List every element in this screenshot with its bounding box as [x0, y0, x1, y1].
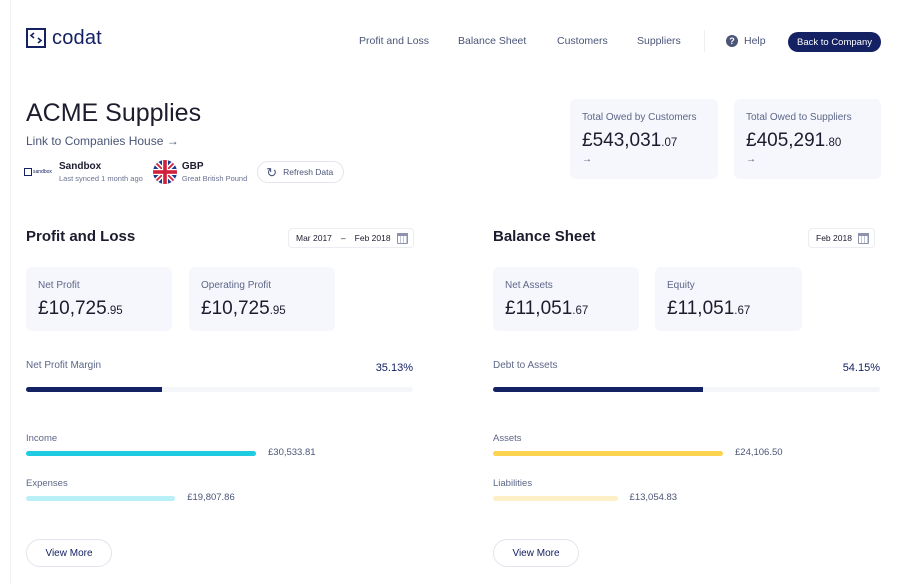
help-icon: ? [726, 35, 738, 47]
nav-divider [704, 30, 705, 52]
debt-to-assets-label: Debt to Assets [493, 360, 558, 371]
income-bar [26, 451, 256, 456]
equity-card: Equity £11,051.67 [655, 267, 802, 331]
net-profit-margin-fill [26, 387, 162, 392]
page-left-border [10, 0, 11, 585]
platform-info: sandbox Sandbox Last synced 1 month ago [24, 161, 143, 184]
card-value: £11,051.67 [505, 298, 589, 319]
sandbox-logo-icon: sandbox [24, 167, 54, 177]
card-value: £10,725.95 [38, 298, 123, 319]
balance-date: Feb 2018 [816, 233, 852, 243]
refresh-data-button[interactable]: ↻ Refresh Data [257, 161, 345, 183]
card-label: Total Owed to Suppliers [746, 112, 852, 123]
company-meta-row: sandbox Sandbox Last synced 1 month ago … [24, 160, 345, 184]
date-to: Feb 2018 [354, 233, 391, 243]
company-name: ACME Supplies [26, 99, 202, 127]
nav-suppliers[interactable]: Suppliers [637, 35, 681, 47]
currency-name: Great British Pound [181, 173, 248, 183]
logo-text: codat [52, 27, 102, 49]
nav-customers[interactable]: Customers [557, 35, 608, 47]
expenses-label: Expenses [26, 478, 68, 489]
card-label: Net Assets [505, 280, 553, 291]
net-profit-card: Net Profit £10,725.95 [26, 267, 172, 331]
total-owed-by-customers-card[interactable]: Total Owed by Customers £543,031.07 → [570, 99, 718, 179]
nav-balance-sheet[interactable]: Balance Sheet [458, 35, 526, 47]
expenses-value: £19,807.86 [187, 492, 235, 503]
pnl-view-more-button[interactable]: View More [26, 539, 112, 567]
refresh-label: Refresh Data [283, 167, 334, 177]
assets-value: £24,106.50 [735, 447, 783, 458]
operating-profit-card: Operating Profit £10,725.95 [189, 267, 335, 331]
card-label: Equity [667, 280, 695, 291]
last-synced: Last synced 1 month ago [59, 173, 143, 183]
income-label: Income [26, 433, 58, 444]
income-value: £30,533.81 [268, 447, 316, 458]
assets-bar [493, 451, 723, 456]
refresh-icon: ↻ [266, 164, 278, 180]
net-profit-margin-track [26, 387, 413, 392]
balance-sheet-title: Balance Sheet [493, 228, 596, 245]
balance-sheet-view-more-button[interactable]: View More [493, 539, 579, 567]
codat-logo[interactable]: codat [26, 28, 102, 48]
calendar-icon [857, 232, 869, 244]
date-separator: – [340, 233, 346, 243]
top-header: codat Profit and Loss Balance Sheet Cust… [0, 0, 900, 82]
card-value: £543,031.07 [582, 130, 678, 151]
net-profit-margin-value: 35.13% [375, 362, 413, 374]
arrow-right-icon[interactable]: → [582, 154, 592, 165]
card-label: Operating Profit [201, 280, 272, 291]
profit-and-loss-title: Profit and Loss [26, 228, 136, 245]
expenses-bar [26, 496, 176, 501]
help-label: Help [744, 35, 766, 47]
pnl-date-range-picker[interactable]: Mar 2017 – Feb 2018 [288, 228, 414, 248]
card-value: £11,051.67 [667, 298, 751, 319]
companies-house-link[interactable]: Link to Companies House → [26, 134, 179, 148]
nav-profit-and-loss[interactable]: Profit and Loss [359, 35, 429, 47]
calendar-icon [396, 232, 408, 244]
back-to-company-button[interactable]: Back to Company [788, 32, 881, 52]
balance-sheet-date-picker[interactable]: Feb 2018 [808, 228, 875, 248]
codat-logo-icon [26, 28, 46, 48]
net-profit-margin-label: Net Profit Margin [26, 360, 102, 371]
debt-to-assets-fill [493, 387, 703, 392]
total-owed-to-suppliers-card[interactable]: Total Owed to Suppliers £405,291.80 → [734, 99, 881, 179]
liabilities-label: Liabilities [493, 478, 533, 489]
liabilities-value: £13,054.83 [629, 492, 678, 503]
card-value: £405,291.80 [746, 130, 842, 151]
help-link[interactable]: ? Help [726, 35, 766, 47]
card-label: Total Owed by Customers [582, 112, 697, 123]
liabilities-bar [493, 496, 618, 501]
date-from: Mar 2017 [296, 233, 332, 243]
uk-flag-icon [152, 160, 177, 184]
arrow-right-icon[interactable]: → [746, 154, 756, 165]
assets-label: Assets [493, 433, 522, 444]
debt-to-assets-value: 54.15% [842, 362, 880, 374]
currency-info: GBP Great British Pound [143, 160, 247, 184]
card-label: Net Profit [38, 280, 80, 291]
net-assets-card: Net Assets £11,051.67 [493, 267, 639, 331]
debt-to-assets-track [493, 387, 880, 392]
currency-code: GBP [181, 160, 204, 172]
card-value: £10,725.95 [201, 298, 286, 319]
platform-name: Sandbox [59, 160, 102, 172]
